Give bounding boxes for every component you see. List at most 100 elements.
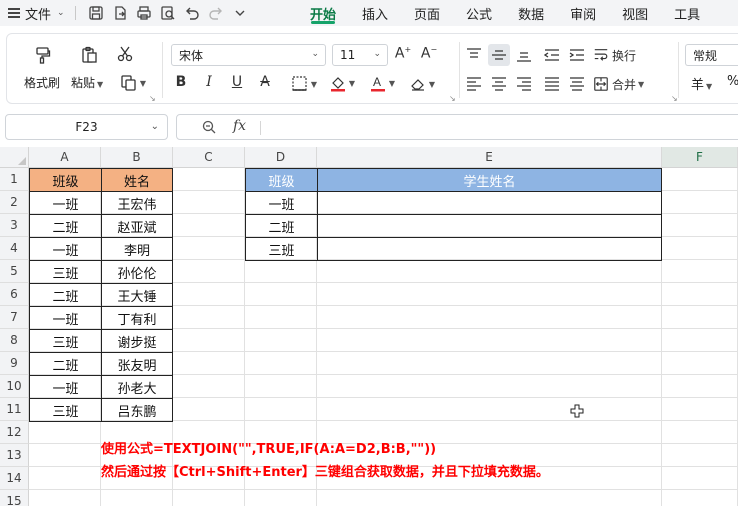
row-header[interactable]: 7 — [0, 306, 29, 329]
align-left-icon[interactable] — [463, 73, 485, 95]
paste-icon[interactable] — [76, 42, 102, 68]
undo-icon[interactable] — [180, 2, 204, 24]
table-header-cell[interactable]: 班级 — [245, 168, 318, 192]
row-header[interactable]: 4 — [0, 237, 29, 260]
table-cell[interactable]: 张友明 — [101, 352, 173, 376]
dialog-launcher-icon[interactable]: ↘ — [671, 94, 678, 103]
bold-icon[interactable]: B — [171, 74, 191, 90]
table-cell[interactable] — [317, 237, 662, 261]
table-cell[interactable]: 一班 — [245, 191, 318, 215]
table-cell[interactable]: 孙老大 — [101, 375, 173, 399]
column-header-d[interactable]: D — [245, 147, 317, 168]
increase-font-icon[interactable]: A+ — [393, 45, 413, 62]
italic-icon[interactable]: I — [199, 74, 219, 90]
file-menu-button[interactable]: 文件 ⌄ — [0, 0, 65, 26]
font-name-select[interactable]: 宋体 ⌄ — [171, 44, 326, 66]
export-icon[interactable] — [108, 2, 132, 24]
dialog-launcher-icon[interactable]: ↘ — [149, 94, 156, 103]
tab-data[interactable]: 数据 — [505, 0, 557, 26]
tab-formula[interactable]: 公式 — [453, 0, 505, 26]
column-header-c[interactable]: C — [173, 147, 245, 168]
font-size-select[interactable]: 11 ⌄ — [332, 44, 388, 66]
row-header[interactable]: 1 — [0, 168, 29, 191]
table-cell[interactable] — [317, 214, 662, 238]
table-cell[interactable]: 二班 — [29, 214, 102, 238]
justify-icon[interactable] — [541, 73, 563, 95]
zoom-icon[interactable] — [201, 119, 217, 135]
copy-button[interactable]: ▼ — [115, 72, 151, 94]
table-cell[interactable]: 一班 — [29, 237, 102, 261]
column-header-f[interactable]: F — [662, 147, 738, 168]
wrap-text-button[interactable]: 换行 — [593, 44, 653, 66]
align-top-icon[interactable] — [463, 44, 485, 66]
save-icon[interactable] — [84, 2, 108, 24]
select-all-corner[interactable] — [0, 147, 29, 168]
decrease-indent-icon[interactable] — [541, 44, 563, 66]
table-cell[interactable]: 二班 — [29, 352, 102, 376]
table-cell[interactable] — [317, 191, 662, 215]
tab-insert[interactable]: 插入 — [349, 0, 401, 26]
border-button[interactable]: ▼ — [287, 73, 321, 95]
distributed-align-icon[interactable] — [566, 73, 588, 95]
column-header-e[interactable]: E — [317, 147, 662, 168]
more-chevron-icon[interactable] — [228, 2, 252, 24]
table-cell[interactable]: 一班 — [29, 306, 102, 330]
column-header-a[interactable]: A — [29, 147, 101, 168]
table-cell[interactable]: 一班 — [29, 191, 102, 215]
table-cell[interactable]: 三班 — [29, 398, 102, 422]
table-cell[interactable]: 三班 — [245, 237, 318, 261]
table-header-cell[interactable]: 学生姓名 — [317, 168, 662, 192]
number-format-select[interactable]: 常规 — [685, 44, 738, 66]
table-header-cell[interactable]: 姓名 — [101, 168, 173, 192]
tab-review[interactable]: 审阅 — [557, 0, 609, 26]
row-header[interactable]: 15 — [0, 490, 29, 506]
format-painter-icon[interactable] — [29, 42, 55, 68]
tab-view[interactable]: 视图 — [609, 0, 661, 26]
tab-tools[interactable]: 工具 — [661, 0, 713, 26]
column-header-b[interactable]: B — [101, 147, 173, 168]
row-header[interactable]: 13 — [0, 444, 29, 467]
row-header[interactable]: 11 — [0, 398, 29, 421]
tab-home[interactable]: 开始 — [297, 0, 349, 26]
increase-indent-icon[interactable] — [566, 44, 588, 66]
print-icon[interactable] — [132, 2, 156, 24]
table-cell[interactable]: 二班 — [245, 214, 318, 238]
dialog-launcher-icon[interactable]: ↘ — [449, 94, 456, 103]
redo-icon[interactable] — [204, 2, 228, 24]
align-bottom-icon[interactable] — [513, 44, 535, 66]
table-cell[interactable]: 三班 — [29, 329, 102, 353]
decrease-font-icon[interactable]: A− — [419, 45, 439, 62]
table-cell[interactable]: 三班 — [29, 260, 102, 284]
merge-cells-button[interactable]: 合并 ▼ — [593, 73, 657, 95]
align-middle-icon[interactable] — [488, 44, 510, 66]
row-header[interactable]: 9 — [0, 352, 29, 375]
row-header[interactable]: 8 — [0, 329, 29, 352]
table-cell[interactable]: 孙伦伦 — [101, 260, 173, 284]
table-cell[interactable]: 赵亚斌 — [101, 214, 173, 238]
align-right-icon[interactable] — [513, 73, 535, 95]
name-box[interactable]: F23 ⌄ — [5, 114, 168, 140]
fill-color-button[interactable]: ▼ — [325, 71, 359, 95]
row-header[interactable]: 12 — [0, 421, 29, 444]
table-cell[interactable]: 谢步挺 — [101, 329, 173, 353]
table-cell[interactable]: 一班 — [29, 375, 102, 399]
align-center-icon[interactable] — [488, 73, 510, 95]
row-header[interactable]: 10 — [0, 375, 29, 398]
paste-button[interactable]: 粘贴 ▼ — [71, 74, 103, 91]
row-header[interactable]: 6 — [0, 283, 29, 306]
table-cell[interactable]: 李明 — [101, 237, 173, 261]
percent-icon[interactable]: % — [727, 74, 738, 89]
table-cell[interactable]: 王宏伟 — [101, 191, 173, 215]
table-cell[interactable]: 王大锤 — [101, 283, 173, 307]
underline-icon[interactable]: U — [227, 74, 247, 90]
row-header[interactable]: 3 — [0, 214, 29, 237]
strikethrough-icon[interactable]: A — [255, 74, 275, 90]
font-color-button[interactable]: A ▼ — [365, 71, 399, 95]
formula-bar[interactable]: fx — [176, 114, 738, 140]
row-header[interactable]: 14 — [0, 467, 29, 490]
spreadsheet-grid[interactable]: A B C D E F 1 2 3 4 5 6 7 8 9 10 11 12 1… — [0, 147, 738, 506]
table-header-cell[interactable]: 班级 — [29, 168, 102, 192]
format-painter-label[interactable]: 格式刷 — [24, 74, 60, 91]
table-cell[interactable]: 吕东鹏 — [101, 398, 173, 422]
row-header[interactable]: 2 — [0, 191, 29, 214]
